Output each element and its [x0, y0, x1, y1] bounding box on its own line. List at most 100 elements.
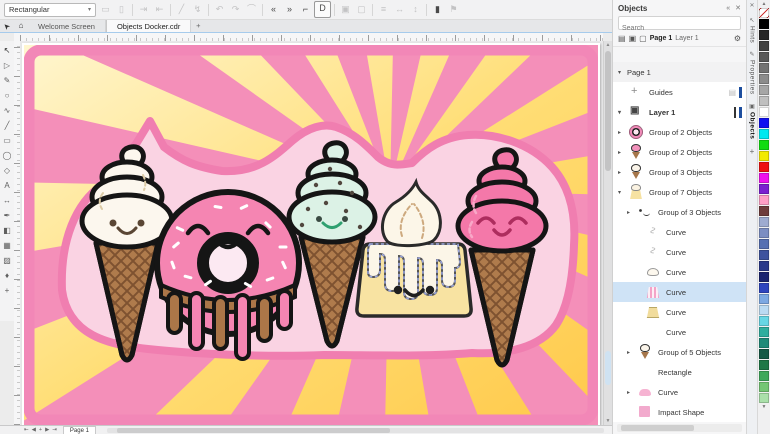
rotate-cw-button[interactable]: ↷ — [228, 2, 243, 17]
tree-row-page[interactable]: ▾ Page 1 — [613, 62, 746, 82]
palette-scroll-down-icon[interactable]: ▼ — [762, 404, 767, 411]
paragraph-wrap-button[interactable]: ▭ — [98, 2, 113, 17]
palette-swatch[interactable] — [759, 349, 769, 359]
palette-swatch[interactable] — [759, 74, 769, 84]
reduce-nodes-button[interactable]: « — [266, 2, 281, 17]
close-docker-icon[interactable]: ✕ — [735, 4, 741, 12]
tree-row-guides[interactable]: Guides ▤ — [613, 82, 746, 102]
palette-swatch[interactable] — [759, 151, 769, 161]
shape-tool[interactable]: ▷ — [1, 58, 13, 73]
align-nodes-button[interactable]: ≡ — [376, 2, 391, 17]
canvas-vertical-scrollbar[interactable]: ▲ ▼ — [603, 41, 612, 425]
tree-row-group[interactable]: ▸ Group of 3 Objects — [613, 202, 746, 222]
docker-tab-properties[interactable]: ✎ Properties — [749, 51, 756, 95]
palette-swatch[interactable] — [759, 195, 769, 205]
arc-button[interactable]: ⌒ — [244, 2, 259, 17]
docker-tab-hints[interactable]: ↖ Hints — [749, 17, 756, 43]
tree-row-rectangle[interactable]: Rectangle — [613, 362, 746, 382]
preset-dropdown[interactable]: Rectangular ▾ — [4, 2, 96, 17]
mesh-fill-tool[interactable]: ▦ — [1, 238, 13, 253]
artwork[interactable] — [24, 45, 598, 425]
canvas-horizontal-scrollbar[interactable] — [106, 427, 604, 433]
collapse-docker-icon[interactable]: « — [726, 5, 730, 12]
expander-icon[interactable]: ▸ — [618, 169, 627, 176]
elastic-mode-button[interactable]: ↯ — [190, 2, 205, 17]
palette-swatch[interactable] — [759, 173, 769, 183]
ellipse-tool[interactable]: ◯ — [1, 148, 13, 163]
rotate-ccw-button[interactable]: ↶ — [212, 2, 227, 17]
expander-icon[interactable]: ▾ — [618, 109, 627, 116]
palette-swatch[interactable] — [759, 239, 769, 249]
tab-objects-docker-cdr[interactable]: Objects Docker.cdr — [105, 20, 192, 32]
expander-icon[interactable]: ▸ — [618, 129, 627, 136]
palette-swatch[interactable] — [759, 327, 769, 337]
palette-swatch[interactable] — [759, 96, 769, 106]
tree-row-group[interactable]: ▸ Group of 5 Objects — [613, 342, 746, 362]
horizontal-reflect-button[interactable]: ↔ — [392, 2, 407, 17]
palette-swatch[interactable] — [759, 140, 769, 150]
new-document-tab-button[interactable]: + — [191, 20, 205, 32]
palette-swatch[interactable] — [759, 250, 769, 260]
tree-row-curve[interactable]: Curve — [613, 222, 746, 242]
freehand-tool[interactable]: ∿ — [1, 103, 13, 118]
palette-swatch[interactable] — [759, 52, 769, 62]
palette-swatch[interactable] — [759, 206, 769, 216]
previous-page-button[interactable]: ◀ — [32, 427, 36, 433]
scroll-up-icon[interactable]: ▲ — [604, 41, 612, 49]
expander-icon[interactable]: ▾ — [618, 69, 627, 76]
break-curve-button[interactable]: ▢ — [354, 2, 369, 17]
tree-row-group[interactable]: ▸ Group of 2 Objects — [613, 142, 746, 162]
palette-swatch[interactable] — [759, 382, 769, 392]
smear-tool[interactable]: ✎ — [1, 73, 13, 88]
add-nodes-button[interactable]: » — [282, 2, 297, 17]
palette-swatch[interactable] — [759, 19, 769, 29]
palette-swatch[interactable] — [759, 360, 769, 370]
vertical-reflect-button[interactable]: ↕ — [408, 2, 423, 17]
scrollbar-thumb[interactable] — [605, 51, 611, 171]
tree-row-layer[interactable]: ▾ Layer 1 — [613, 102, 746, 122]
palette-swatch[interactable] — [759, 107, 769, 117]
palette-swatch[interactable] — [759, 305, 769, 315]
palette-swatch[interactable] — [759, 272, 769, 282]
pen-tool[interactable]: ✒ — [1, 208, 13, 223]
drawing-canvas[interactable] — [20, 41, 603, 425]
close-icon[interactable]: ✕ — [749, 2, 754, 9]
page-icon[interactable]: ▢ — [639, 34, 647, 43]
tab-welcome-screen[interactable]: Welcome Screen — [28, 20, 106, 32]
tree-row-curve[interactable]: Curve — [613, 322, 746, 342]
palette-swatch[interactable] — [759, 371, 769, 381]
next-page-button[interactable]: ▶ — [45, 427, 49, 433]
tree-row-curve[interactable]: Curve — [613, 302, 746, 322]
palette-swatch[interactable] — [759, 316, 769, 326]
rectangle-tool[interactable]: ▭ — [1, 133, 13, 148]
zoom-tool[interactable]: ○ — [1, 88, 13, 103]
transparency-tool[interactable]: ▨ — [1, 253, 13, 268]
expander-icon[interactable]: ▸ — [627, 209, 636, 216]
layer-icon[interactable]: ▣ — [629, 34, 637, 43]
palette-swatch[interactable] — [759, 294, 769, 304]
nudge-right-button[interactable]: ⇥ — [136, 2, 151, 17]
tree-row-curve[interactable]: Curve — [613, 242, 746, 262]
curve-smoothness-button[interactable]: ⚑ — [446, 2, 461, 17]
text-tool[interactable]: A — [1, 178, 13, 193]
tree-row-group[interactable]: ▾ Group of 7 Objects — [613, 182, 746, 202]
docker-horizontal-scrollbar[interactable] — [617, 424, 742, 432]
palette-swatch[interactable] — [759, 261, 769, 271]
tree-row-curve[interactable]: Curve — [613, 262, 746, 282]
expander-icon[interactable]: ▸ — [618, 149, 627, 156]
two-point-line-tool[interactable]: ╱ — [1, 118, 13, 133]
tree-row-group[interactable]: ▸ Group of 2 Objects — [613, 122, 746, 142]
join-nodes-button[interactable]: ▣ — [338, 2, 353, 17]
nudge-left-button[interactable]: ⇤ — [152, 2, 167, 17]
palette-swatch[interactable] — [759, 217, 769, 227]
printer-icon[interactable]: ▤ — [728, 88, 736, 97]
dimension-tool[interactable]: ↔ — [1, 193, 13, 208]
first-page-button[interactable]: ⇤ — [24, 427, 29, 433]
add-docker-button[interactable]: + — [750, 147, 755, 156]
palette-swatch[interactable] — [759, 228, 769, 238]
smooth-node-button[interactable]: D — [314, 1, 331, 18]
palette-swatch[interactable] — [759, 393, 769, 403]
palette-swatch[interactable] — [759, 63, 769, 73]
tree-row-curve-selected[interactable]: Curve — [613, 282, 746, 302]
add-page-button[interactable]: + — [39, 427, 42, 433]
